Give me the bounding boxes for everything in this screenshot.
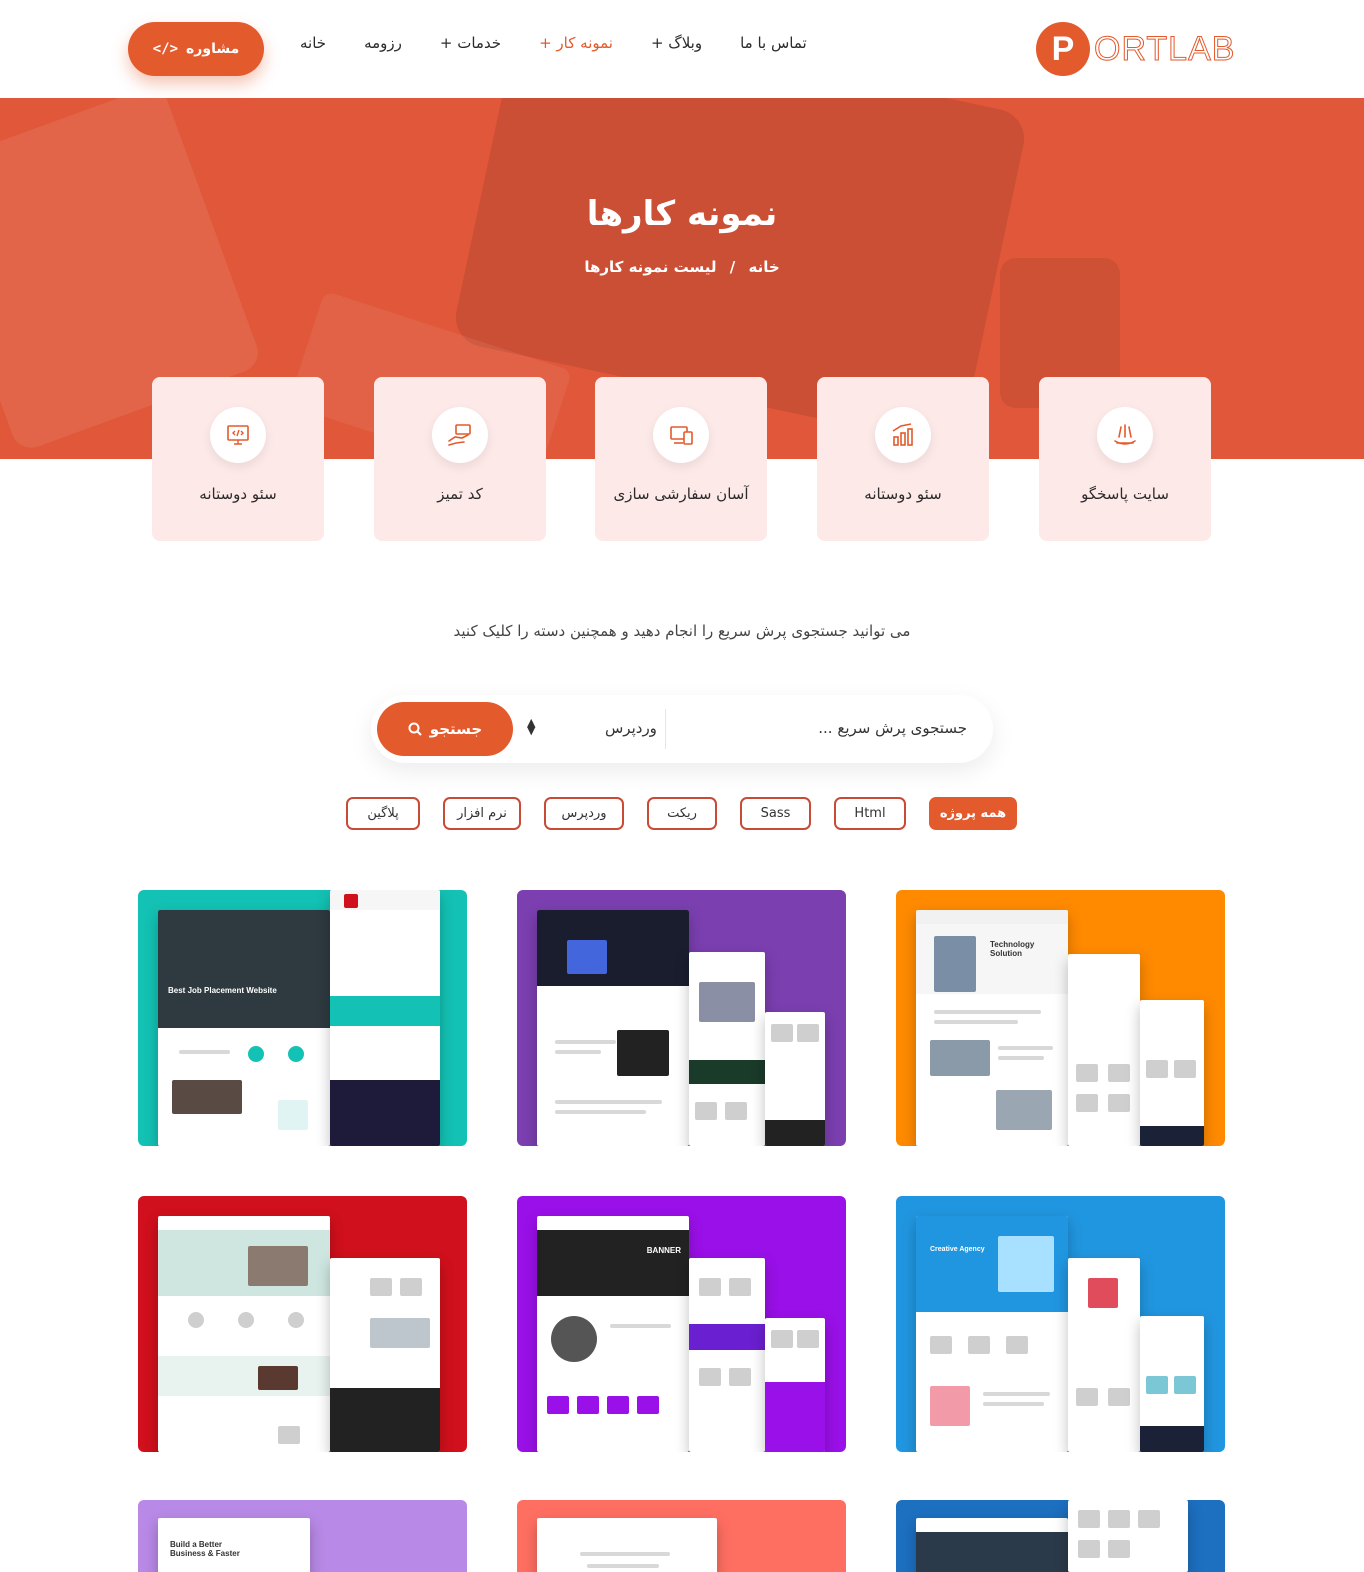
portfolio-preview (158, 1216, 330, 1452)
search-input[interactable] (677, 719, 967, 737)
nav-contact[interactable]: تماس با ما (740, 34, 807, 52)
search-subtitle: می توانید جستجوی پرش سریع را انجام دهید … (453, 622, 911, 640)
code-icon: </> (152, 41, 179, 57)
filter-wordpress[interactable]: وردپرس (544, 797, 624, 830)
feature-card: کد تمیز (374, 377, 546, 541)
hand-cash-icon (432, 407, 488, 463)
portfolio-preview (330, 1258, 440, 1452)
preview-headline: Best Job Placement Website (168, 986, 277, 995)
site-header: P ORTLAB خانه رزومه خدمات + نمونه کار + … (0, 0, 1364, 98)
hand-flower-icon (1097, 407, 1153, 463)
breadcrumb: خانه / لیست نمونه کارها (0, 258, 1364, 276)
feature-label: سئو دوستانه (199, 485, 277, 503)
portfolio-item[interactable]: Creative Agency (896, 1196, 1225, 1452)
feature-cards: سایت پاسخگو سئو دوستانه آسان سفارشی سازی… (152, 377, 1211, 541)
category-filters: همه پروژه Html Sass ریکت وردپرس نرم افزا… (346, 797, 1017, 831)
chart-bar-icon (875, 407, 931, 463)
breadcrumb-separator: / (729, 258, 736, 276)
feature-label: کد تمیز (437, 485, 483, 503)
nav-resume[interactable]: رزومه (364, 34, 402, 52)
feature-card: آسان سفارشی سازی (595, 377, 767, 541)
portfolio-item[interactable]: Build a Better Business & Faster (138, 1500, 467, 1572)
portfolio-item[interactable] (138, 1196, 467, 1452)
select-arrows-icon[interactable]: ▲ ▼ (527, 717, 535, 736)
search-form: وردپرس ▲▼ جستجو (371, 695, 993, 763)
portfolio-item[interactable] (517, 890, 846, 1146)
portfolio-item[interactable] (896, 1500, 1225, 1572)
category-select[interactable]: وردپرس (605, 719, 657, 737)
filter-sass[interactable]: Sass (740, 797, 811, 830)
devices-icon (653, 407, 709, 463)
portfolio-preview (537, 1518, 717, 1572)
portfolio-preview (765, 1012, 825, 1146)
main-nav: خانه رزومه خدمات + نمونه کار + وبلاگ + ت… (300, 34, 814, 52)
breadcrumb-current: لیست نمونه کارها (584, 258, 717, 276)
breadcrumb-home[interactable]: خانه (748, 258, 779, 276)
search-icon (408, 722, 422, 736)
portfolio-preview (1140, 1000, 1204, 1146)
filter-software[interactable]: نرم افزار (443, 797, 521, 830)
portfolio-preview: Technology Solution (916, 910, 1068, 1146)
nav-blog[interactable]: وبلاگ + (651, 34, 702, 52)
search-button-label: جستجو (429, 720, 483, 738)
portfolio-item[interactable]: Best Job Placement Website (138, 890, 467, 1146)
feature-card: سئو دوستانه (817, 377, 989, 541)
feature-label: آسان سفارشی سازی (613, 485, 749, 503)
feature-label: سایت پاسخگو (1081, 485, 1169, 503)
portfolio-preview (1068, 1258, 1140, 1452)
portfolio-preview: Build a Better Business & Faster (158, 1518, 310, 1572)
portfolio-item[interactable]: Technology Solution (896, 890, 1225, 1146)
filter-html[interactable]: Html (834, 797, 906, 830)
portfolio-preview (689, 1258, 765, 1452)
site-logo[interactable]: P ORTLAB (1036, 22, 1235, 76)
logo-mark: P (1036, 22, 1090, 76)
logo-wordmark: ORTLAB (1093, 29, 1236, 68)
nav-services[interactable]: خدمات + (440, 34, 501, 52)
feature-card: سئو دوستانه (152, 377, 324, 541)
filter-all[interactable]: همه پروژه (929, 797, 1017, 830)
search-divider (665, 709, 666, 749)
preview-headline: BANNER (646, 1246, 681, 1255)
search-button[interactable]: جستجو (377, 702, 513, 756)
consult-label: مشاوره (186, 41, 240, 57)
portfolio-preview (916, 1518, 1068, 1572)
portfolio-item[interactable]: BANNER (517, 1196, 846, 1452)
portfolio-preview (765, 1318, 825, 1452)
portfolio-preview (1068, 954, 1140, 1146)
preview-headline: Creative Agency (930, 1246, 985, 1253)
preview-headline: Technology Solution (990, 940, 1035, 958)
portfolio-preview: Creative Agency (916, 1216, 1068, 1452)
nav-portfolio[interactable]: نمونه کار + (539, 34, 613, 52)
portfolio-preview (689, 952, 765, 1146)
page-title: نمونه کارها (586, 194, 778, 234)
portfolio-preview: Best Job Placement Website (158, 910, 330, 1146)
portfolio-preview (537, 910, 689, 1146)
feature-label: سئو دوستانه (864, 485, 942, 503)
portfolio-preview: BANNER (537, 1216, 689, 1452)
filter-react[interactable]: ریکت (647, 797, 717, 830)
filter-plugin[interactable]: پلاگین (346, 797, 420, 830)
monitor-code-icon (210, 407, 266, 463)
feature-card: سایت پاسخگو (1039, 377, 1211, 541)
portfolio-item[interactable] (517, 1500, 846, 1572)
preview-headline: Build a Better Business & Faster (170, 1540, 240, 1558)
portfolio-preview (330, 890, 440, 1146)
nav-home[interactable]: خانه (300, 34, 326, 52)
consult-button[interactable]: </> مشاوره (128, 22, 264, 76)
portfolio-preview (1140, 1316, 1204, 1452)
portfolio-preview (1068, 1500, 1188, 1572)
